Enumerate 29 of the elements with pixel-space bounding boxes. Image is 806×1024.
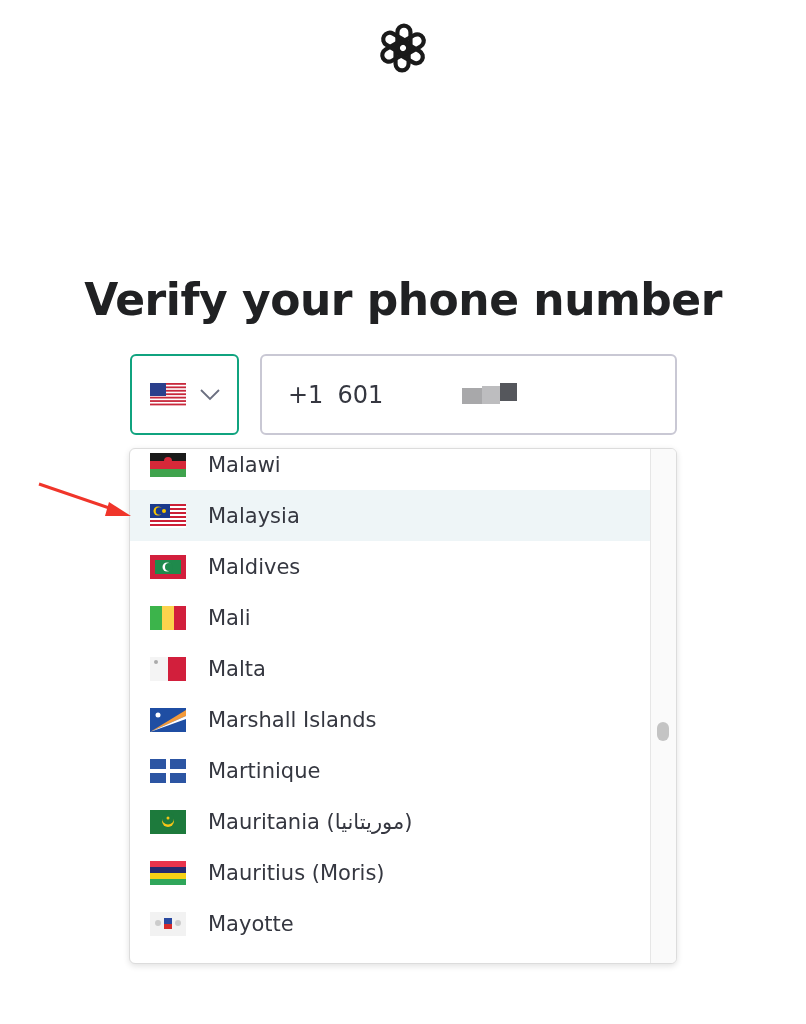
country-option[interactable]: Mauritius (Moris) — [130, 847, 650, 898]
flag-icon — [150, 656, 186, 681]
redaction-mark — [462, 383, 517, 404]
country-option[interactable]: Martinique — [130, 745, 650, 796]
scrollbar-thumb[interactable] — [657, 722, 669, 741]
flag-icon — [150, 605, 186, 630]
country-option[interactable]: Malta — [130, 643, 650, 694]
country-option[interactable]: Mali — [130, 592, 650, 643]
chevron-icon — [199, 388, 220, 401]
flag-icon — [150, 860, 186, 885]
country-option[interactable]: Mayotte — [130, 898, 650, 949]
country-option[interactable]: Marshall Islands — [130, 694, 650, 745]
country-option[interactable]: Mauritania (موريتانيا) — [130, 796, 650, 847]
flag-icon — [150, 809, 186, 834]
country-option[interactable]: Malawi — [130, 449, 650, 490]
dial-code: +1 — [288, 380, 324, 409]
phone-number: 601 — [337, 380, 384, 409]
country-option[interactable]: Malaysia — [130, 490, 650, 541]
country-select[interactable] — [130, 354, 239, 435]
flag-icon — [150, 707, 186, 732]
page-title: Verify your phone number — [84, 273, 722, 327]
country-option[interactable]: Maldives — [130, 541, 650, 592]
flag-icon — [150, 554, 186, 579]
flag-icon — [150, 503, 186, 528]
phone-field[interactable]: +1 601 — [260, 354, 677, 435]
flag-icon — [150, 911, 186, 936]
flag-icon — [149, 382, 186, 407]
flag-icon — [150, 452, 186, 477]
flag-icon — [150, 758, 186, 783]
